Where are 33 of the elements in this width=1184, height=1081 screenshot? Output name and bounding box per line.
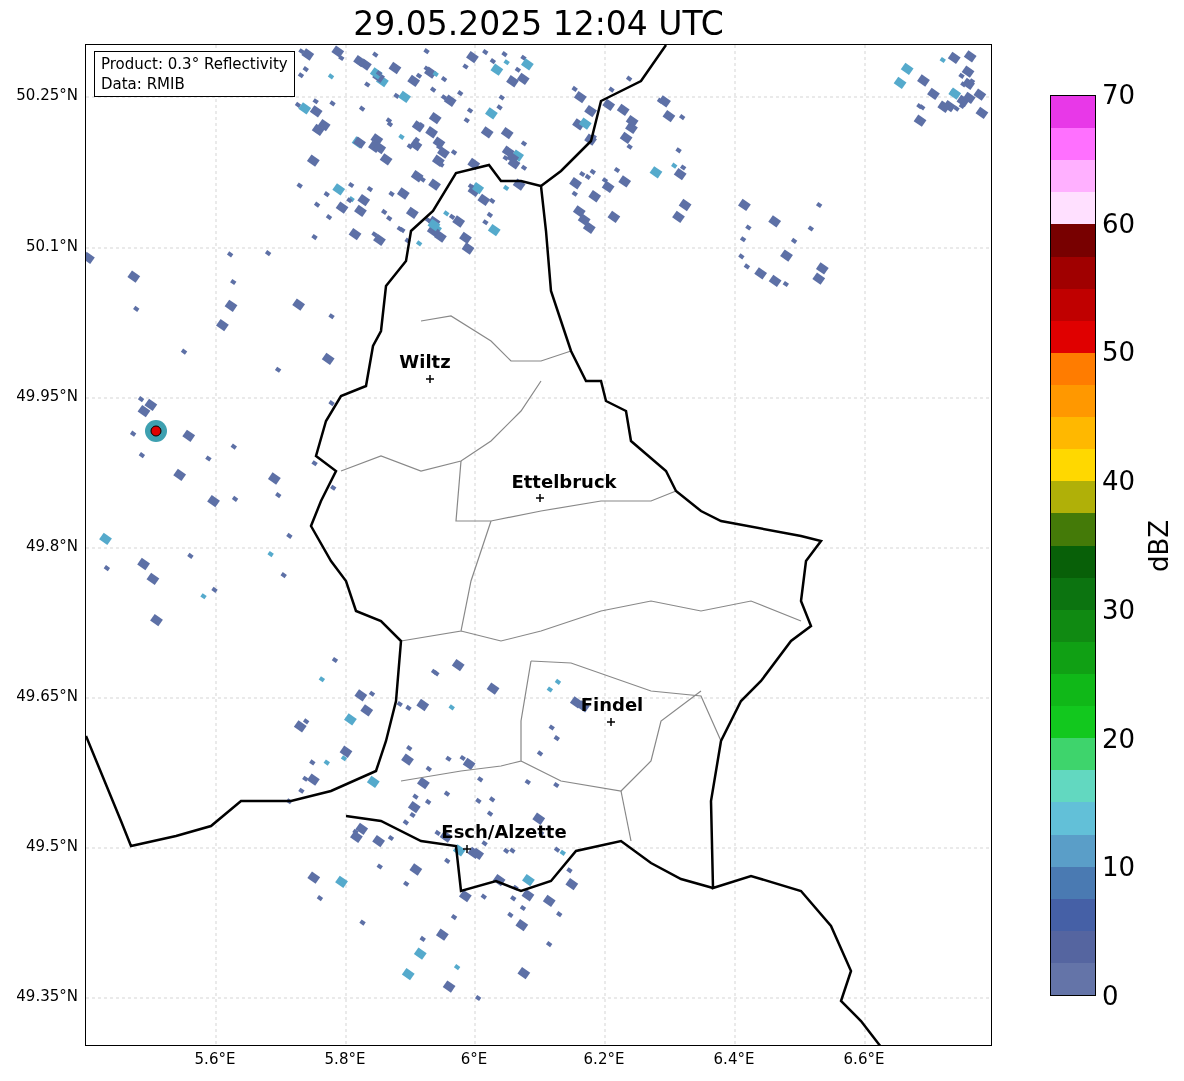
info-text: Product: 0.3° Reflectivity (101, 54, 288, 74)
info-text: Data: RMIB (101, 74, 186, 94)
city-marker-icon (425, 374, 435, 384)
latitude-label: 49.65°N (16, 689, 78, 704)
longitude-label: 6.2°E (583, 1052, 625, 1067)
longitude-label: 5.6°E (194, 1052, 236, 1067)
colorbar-tick-label: 70 (1102, 82, 1136, 108)
latitude-label: 50.25°N (16, 88, 78, 103)
city-marker-icon (535, 493, 545, 503)
radar-site-marker (145, 420, 167, 442)
colorbar-tick-label: 30 (1102, 596, 1136, 623)
longitude-label: 5.8°E (324, 1052, 366, 1067)
city-label: Ettelbruck (511, 473, 617, 491)
colorbar-label: dBZ (1146, 519, 1172, 572)
latitude-label: 49.5°N (25, 839, 78, 854)
city-marker-icon (606, 717, 616, 727)
longitude-label: 6.6°E (843, 1052, 885, 1067)
longitude-label: 6.4°E (713, 1052, 755, 1067)
city-label: Wiltz (399, 353, 451, 371)
latitude-label: 49.35°N (16, 989, 78, 1004)
colorbar-tick-label: 60 (1102, 210, 1136, 237)
colorbar-tick-label: 20 (1102, 725, 1136, 752)
chart-title: 29.05.2025 12:04 UTC (353, 7, 724, 44)
latitude-label: 49.95°N (16, 389, 78, 404)
colorbar-tick-label: 50 (1102, 339, 1136, 366)
longitude-label: 6°E (460, 1052, 488, 1067)
latitude-label: 49.8°N (25, 539, 78, 554)
city-marker-icon (462, 844, 472, 854)
colorbar-tick-label: 0 (1102, 983, 1119, 1009)
latitude-label: 50.1°N (25, 239, 78, 254)
colorbar-tick-label: 40 (1102, 468, 1136, 495)
colorbar-tick-label: 10 (1102, 854, 1136, 881)
city-label: Esch/Alzette (441, 823, 567, 841)
